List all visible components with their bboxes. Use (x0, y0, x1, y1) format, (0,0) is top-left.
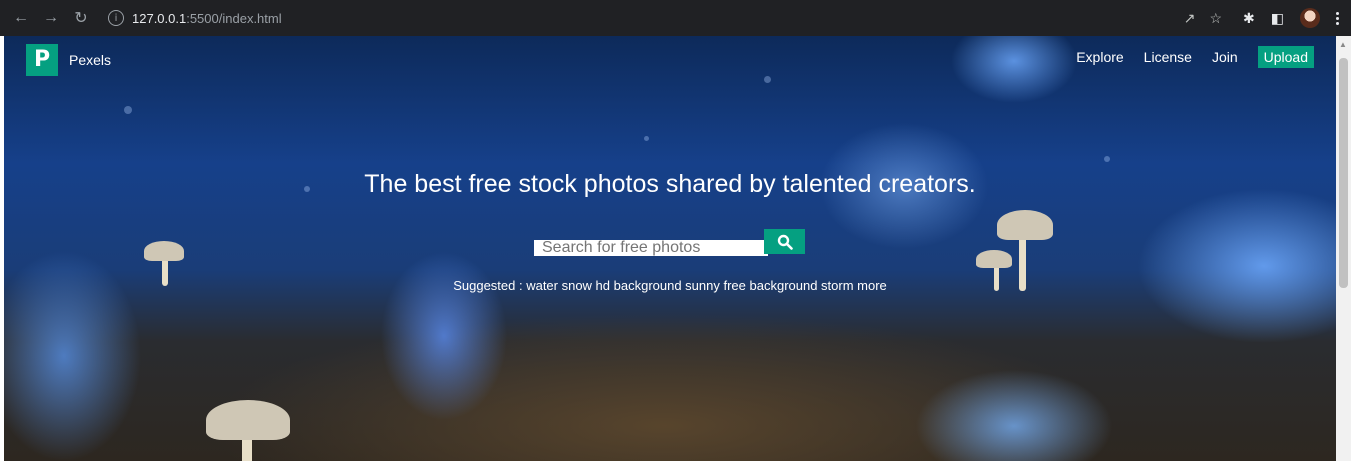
hero-headline: The best free stock photos shared by tal… (364, 170, 976, 198)
extensions-icon[interactable]: ✱ (1243, 10, 1255, 27)
menu-icon[interactable] (1336, 11, 1339, 25)
nav-license[interactable]: License (1144, 49, 1192, 65)
sidepanel-icon[interactable]: ◧ (1271, 10, 1284, 27)
top-nav: Explore License Join Upload (1076, 46, 1314, 68)
browser-toolbar: ← → ↻ i 127.0.0.1:5500/index.html ↗ ☆ ✱ … (0, 0, 1351, 36)
address-bar[interactable]: i 127.0.0.1:5500/index.html ↗ ☆ (100, 4, 1230, 32)
profile-avatar[interactable] (1300, 8, 1320, 28)
mushroom-cap (206, 400, 290, 440)
share-icon[interactable]: ↗ (1184, 10, 1196, 27)
nav-join[interactable]: Join (1212, 49, 1238, 65)
scrollbar-thumb[interactable] (1339, 58, 1348, 288)
scroll-up-icon[interactable]: ▲ (1339, 40, 1347, 49)
pexels-logo[interactable]: P (26, 44, 58, 76)
bokeh-dot (1104, 156, 1110, 162)
bokeh-dot (764, 76, 771, 83)
hero-banner: P Pexels Explore License Join Upload The… (4, 36, 1336, 461)
bokeh-dot (644, 136, 649, 141)
search-button[interactable] (764, 229, 805, 254)
reload-icon[interactable]: ↻ (68, 5, 94, 31)
back-icon[interactable]: ← (8, 5, 34, 31)
info-icon[interactable]: i (108, 10, 124, 26)
mushroom-cap (144, 241, 184, 261)
suggested-searches[interactable]: Suggested : water snow hd background sun… (4, 278, 1336, 293)
mushroom-cap (997, 210, 1053, 240)
bokeh-dot (124, 106, 132, 114)
upload-button[interactable]: Upload (1257, 46, 1314, 68)
search-input[interactable] (534, 240, 768, 256)
page-scrollbar[interactable]: ▲ (1336, 36, 1351, 461)
search-icon (777, 234, 793, 250)
url-text[interactable]: 127.0.0.1:5500/index.html (132, 11, 282, 26)
star-icon[interactable]: ☆ (1209, 10, 1222, 27)
forward-icon[interactable]: → (38, 5, 64, 31)
mushroom-cap (976, 250, 1012, 268)
nav-explore[interactable]: Explore (1076, 49, 1123, 65)
brand-name[interactable]: Pexels (69, 52, 111, 68)
